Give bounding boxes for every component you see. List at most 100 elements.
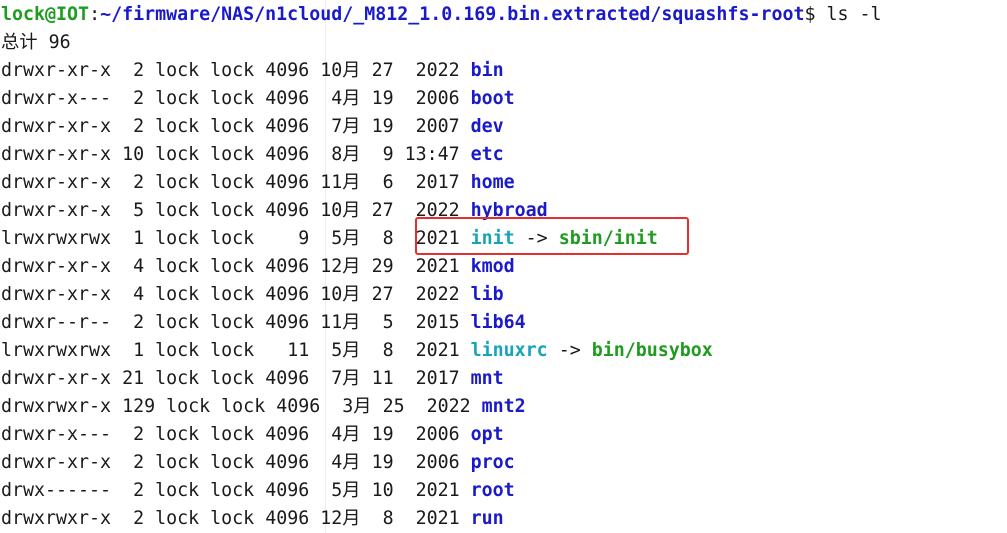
owner: lock (166, 396, 211, 417)
modified-day: 29 (371, 256, 394, 277)
modified-day: 19 (371, 88, 394, 109)
file-name: proc (470, 452, 515, 473)
modified-month: 7月 (320, 116, 361, 137)
modified-time: 2015 (404, 312, 460, 333)
link-count: 2 (133, 452, 145, 473)
listing-row: drwxr--r-- 2 lock lock 4096 11月 5 2015 l… (1, 309, 526, 337)
modified-month: 3月 (331, 396, 372, 417)
link-count: 2 (133, 60, 145, 81)
modified-day: 27 (371, 284, 394, 305)
listing-row: drwxr-x--- 2 lock lock 4096 4月 19 2006 b… (1, 85, 515, 113)
file-name: boot (470, 88, 515, 109)
file-name: bin (470, 60, 504, 81)
group: lock (210, 116, 255, 137)
modified-month: 12月 (320, 508, 361, 529)
modified-month: 5月 (320, 340, 361, 361)
owner: lock (155, 508, 200, 529)
modified-month: 5月 (320, 480, 361, 501)
link-count: 4 (133, 284, 145, 305)
owner: lock (155, 256, 200, 277)
modified-month: 10月 (320, 200, 361, 221)
listing-row: drwxr-xr-x 4 lock lock 4096 10月 27 2022 … (1, 281, 504, 309)
terminal-window[interactable]: lock@IOT:~/firmware/NAS/n1cloud/_M812_1.… (0, 0, 1007, 533)
owner: lock (155, 88, 200, 109)
listing-row: drwxr-xr-x 4 lock lock 4096 12月 29 2021 … (1, 253, 515, 281)
link-target: bin/busybox (591, 340, 713, 361)
file-size: 4096 (265, 424, 310, 445)
modified-day: 11 (371, 368, 394, 389)
file-size: 4096 (265, 480, 310, 501)
modified-day: 9 (371, 144, 394, 165)
link-count: 1 (133, 228, 145, 249)
owner: lock (155, 116, 200, 137)
modified-time: 2022 (415, 396, 471, 417)
file-name: dev (470, 116, 504, 137)
owner: lock (155, 228, 200, 249)
group: lock (210, 284, 255, 305)
listing-row: drwxr-xr-x 2 lock lock 4096 11月 6 2017 h… (1, 169, 515, 197)
modified-day: 5 (371, 312, 394, 333)
file-size: 4096 (265, 284, 310, 305)
file-name: mnt (470, 368, 504, 389)
group: lock (210, 340, 255, 361)
total-line: 总计 96 (1, 32, 71, 53)
listing-row: drwxrwxr-x 129 lock lock 4096 3月 25 2022… (1, 393, 526, 421)
listing-row: drwxrwxr-x 2 lock lock 4096 12月 8 2021 r… (1, 505, 504, 533)
file-name: run (470, 508, 504, 529)
group: lock (210, 172, 255, 193)
owner: lock (155, 200, 200, 221)
file-name: mnt2 (481, 396, 526, 417)
owner: lock (155, 452, 200, 473)
group: lock (210, 480, 255, 501)
file-size: 4096 (265, 452, 310, 473)
group: lock (210, 228, 255, 249)
owner: lock (155, 144, 200, 165)
owner: lock (155, 368, 200, 389)
modified-day: 25 (382, 396, 405, 417)
link-count: 2 (133, 172, 145, 193)
modified-time: 2021 (404, 340, 460, 361)
link-count: 2 (133, 424, 145, 445)
permissions: drwxr-x--- (1, 88, 134, 109)
group: lock (210, 508, 255, 529)
group: lock (210, 200, 255, 221)
modified-day: 27 (371, 60, 394, 81)
link-arrow: -> (547, 340, 592, 361)
group: lock (210, 368, 255, 389)
modified-month: 5月 (320, 228, 361, 249)
group: lock (210, 256, 255, 277)
permissions: drwx------ (1, 480, 134, 501)
prompt-user: lock@IOT (1, 4, 90, 25)
owner: lock (155, 284, 200, 305)
file-size: 4096 (276, 396, 321, 417)
modified-day: 8 (371, 340, 394, 361)
permissions: drwxr-xr-x (1, 60, 134, 81)
link-count: 129 (122, 396, 156, 417)
modified-month: 10月 (320, 60, 361, 81)
modified-time: 13:47 (404, 144, 460, 165)
modified-time: 2017 (404, 368, 460, 389)
modified-day: 19 (371, 424, 394, 445)
modified-time: 2021 (404, 256, 460, 277)
permissions: drwxr-xr-x (1, 256, 134, 277)
modified-day: 6 (371, 172, 394, 193)
listing-row: drwx------ 2 lock lock 4096 5月 10 2021 r… (1, 477, 515, 505)
file-size: 11 (265, 340, 310, 361)
file-name: lib (470, 284, 504, 305)
modified-time: 2006 (404, 452, 460, 473)
link-count: 5 (133, 200, 145, 221)
modified-month: 4月 (320, 424, 361, 445)
highlight-box (415, 217, 689, 255)
modified-time: 2022 (404, 284, 460, 305)
link-count: 1 (133, 340, 145, 361)
modified-month: 4月 (320, 88, 361, 109)
link-count: 2 (133, 88, 145, 109)
prompt-path: ~/firmware/NAS/n1cloud/_M812_1.0.169.bin… (100, 4, 805, 25)
permissions: drwxr-xr-x (1, 368, 123, 389)
permissions: lrwxrwxrwx (1, 228, 134, 249)
prompt-line: lock@IOT:~/firmware/NAS/n1cloud/_M812_1.… (1, 1, 882, 29)
group: lock (210, 424, 255, 445)
owner: lock (155, 172, 200, 193)
file-size: 4096 (265, 508, 310, 529)
modified-time: 2007 (404, 116, 460, 137)
